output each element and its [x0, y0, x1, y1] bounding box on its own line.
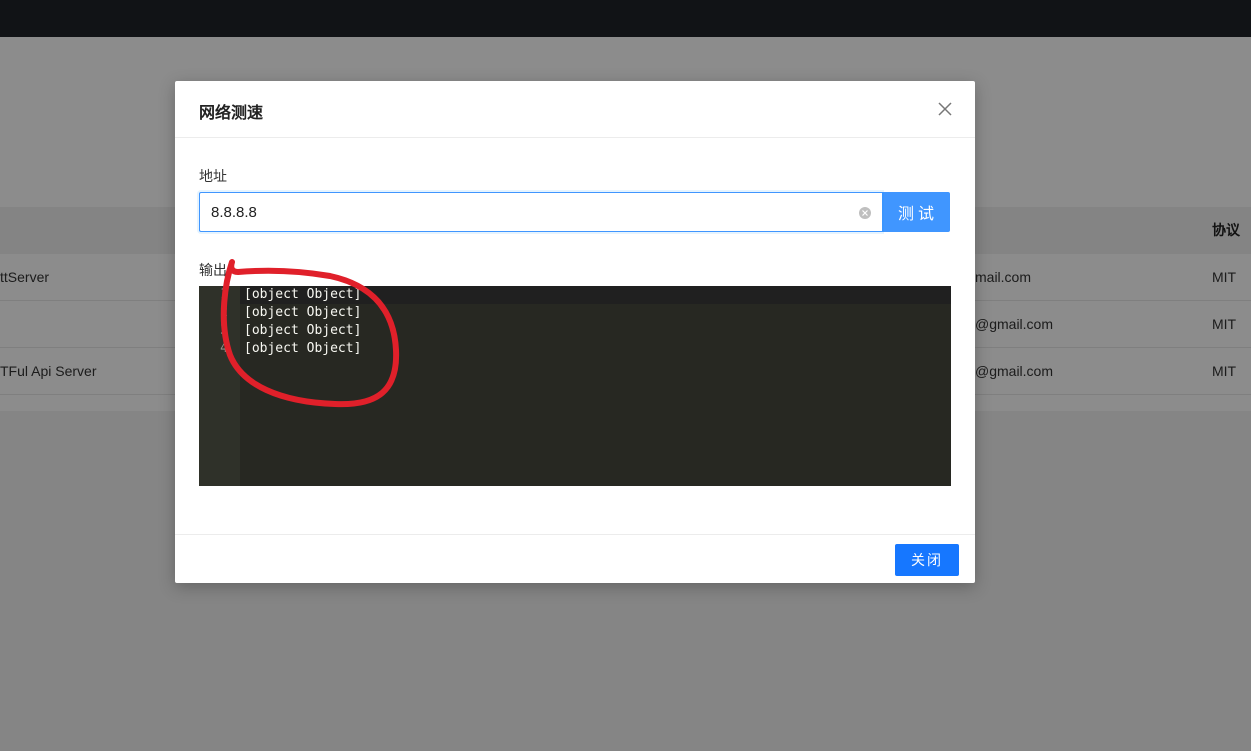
output-code-editor[interactable]: 1 2 3 4 [object Object] [object Object] …: [199, 286, 951, 486]
output-line: [object Object]: [244, 305, 362, 320]
output-label: 输出: [199, 262, 227, 278]
line-number-gutter: 1 2 3 4: [199, 286, 240, 486]
address-input-wrapper: [199, 192, 882, 232]
close-button[interactable]: 关闭: [895, 544, 959, 576]
output-lines: [object Object] [object Object] [object …: [244, 286, 361, 358]
test-button[interactable]: 测试: [882, 192, 950, 232]
line-number: 3: [220, 323, 228, 338]
output-line: [object Object]: [244, 341, 362, 356]
address-label: 地址: [199, 168, 227, 184]
clear-input-icon[interactable]: [859, 207, 871, 219]
close-icon[interactable]: [933, 97, 957, 121]
address-input-group: 测试: [199, 192, 950, 232]
line-number: 2: [220, 305, 228, 320]
network-speed-test-dialog: 网络测速 地址 测试 输出 1 2 3 4 [object Object] [o…: [175, 81, 975, 583]
address-input[interactable]: [200, 193, 882, 231]
output-line: [object Object]: [244, 287, 362, 302]
dialog-header: 网络测速: [175, 81, 975, 138]
dialog-footer: 关闭: [175, 534, 975, 583]
dialog-title: 网络测速: [199, 105, 264, 122]
line-number: 4: [220, 341, 228, 356]
output-line: [object Object]: [244, 323, 362, 338]
line-number: 1: [220, 287, 228, 302]
